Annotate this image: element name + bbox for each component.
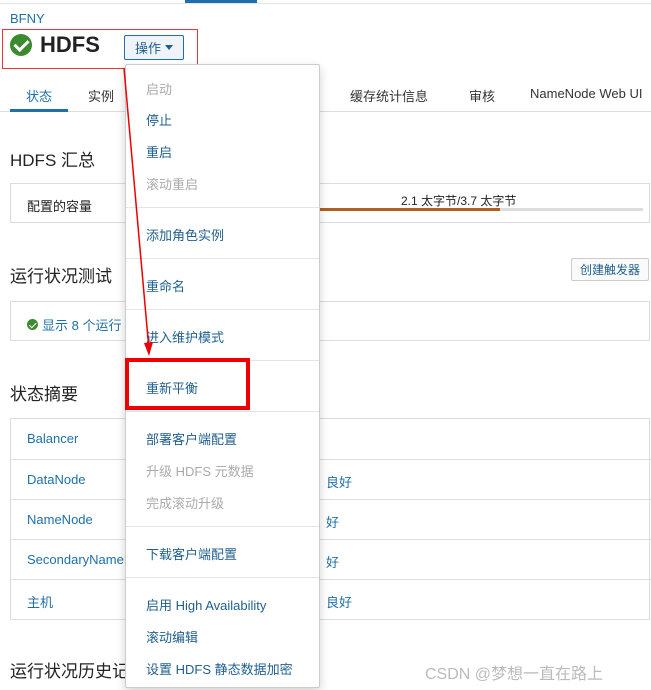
annotation-highlight-rebalance <box>125 358 250 410</box>
menu-divider <box>126 526 319 527</box>
role-status[interactable]: 良好 <box>326 592 352 611</box>
menu-divider <box>126 258 319 259</box>
active-tab-underline <box>10 109 68 112</box>
menu-item-rolling-restart: 滚动重启 <box>146 177 199 192</box>
menu-item-stop[interactable]: 停止 <box>146 110 172 129</box>
menu-divider <box>126 309 319 310</box>
tab-cache-stats[interactable]: 缓存统计信息 <box>350 86 428 105</box>
cluster-breadcrumb[interactable]: BFNY <box>10 11 45 26</box>
menu-item-start: 启动 <box>146 82 173 97</box>
capacity-panel: 配置的容量 2.1 太字节/3.7 太字节 <box>10 183 650 223</box>
health-tests-panel: 显示 8 个运行 <box>10 301 650 341</box>
top-nav-divider <box>0 3 651 4</box>
table-row: SecondaryNameN 好 <box>11 539 651 579</box>
role-link-secondarynamenode[interactable]: SecondaryNameN <box>27 552 133 567</box>
capacity-label: 配置的容量 <box>27 199 93 214</box>
tab-namenode-web-ui[interactable]: NameNode Web UI <box>530 86 642 101</box>
health-history-heading: 运行状况历史记 <box>10 662 129 681</box>
show-health-tests-link[interactable]: 显示 8 个运行 <box>27 315 121 334</box>
watermark: CSDN @梦想一直在路上 <box>425 666 604 683</box>
table-row: NameNode 好 <box>11 499 651 539</box>
menu-item-restart[interactable]: 重启 <box>146 142 172 161</box>
role-link-balancer[interactable]: Balancer <box>27 431 78 446</box>
menu-divider <box>126 207 319 208</box>
table-row: Balancer <box>11 419 651 459</box>
role-link-namenode[interactable]: NameNode <box>27 512 93 527</box>
create-trigger-button[interactable]: 创建触发器 <box>571 258 649 281</box>
menu-item-rename[interactable]: 重命名 <box>146 276 185 295</box>
health-tests-heading: 运行状况测试 <box>10 267 112 286</box>
capacity-bar-fill <box>311 208 501 211</box>
menu-item-setup-data-at-rest-encryption[interactable]: 设置 HDFS 静态数据加密 <box>146 659 293 678</box>
table-row: DataNode 良好 <box>11 459 651 499</box>
capacity-value: 2.1 太字节/3.7 太字节 <box>401 194 517 208</box>
menu-item-roll-edits[interactable]: 滚动编辑 <box>146 627 198 646</box>
role-status[interactable]: 好 <box>326 552 339 571</box>
role-link-datanode[interactable]: DataNode <box>27 472 86 487</box>
menu-item-add-role-instances[interactable]: 添加角色实例 <box>146 225 224 244</box>
tab-status[interactable]: 状态 <box>26 86 52 105</box>
role-link-hosts[interactable]: 主机 <box>27 592 53 611</box>
status-summary-table: Balancer DataNode 良好 NameNode 好 Secondar… <box>10 418 651 620</box>
table-row: 主机 良好 <box>11 579 651 619</box>
menu-item-enter-maintenance[interactable]: 进入维护模式 <box>146 327 224 346</box>
annotation-highlight-title <box>2 29 198 69</box>
menu-item-deploy-client-config[interactable]: 部署客户端配置 <box>146 429 237 448</box>
role-status[interactable]: 良好 <box>326 472 352 491</box>
menu-item-finalize-rolling-upgrade: 完成滚动升级 <box>146 496 225 511</box>
show-health-tests-label: 显示 8 个运行 <box>42 318 122 333</box>
menu-item-download-client-config[interactable]: 下载客户端配置 <box>146 544 237 563</box>
tab-bar: 状态 实例 缓存统计信息 审核 NameNode Web UI <box>0 78 651 112</box>
check-icon <box>27 319 38 330</box>
hdfs-summary-heading: HDFS 汇总 <box>10 151 95 170</box>
menu-item-upgrade-hdfs-metadata: 升级 HDFS 元数据 <box>146 464 254 479</box>
menu-divider <box>126 411 319 412</box>
menu-divider <box>126 577 319 578</box>
menu-item-enable-high-availability[interactable]: 启用 High Availability <box>146 595 266 614</box>
status-summary-heading: 状态摘要 <box>10 385 78 404</box>
capacity-bar <box>311 208 643 211</box>
role-status[interactable]: 好 <box>326 512 339 531</box>
tab-audit[interactable]: 审核 <box>469 86 495 105</box>
tab-instances[interactable]: 实例 <box>88 86 114 105</box>
